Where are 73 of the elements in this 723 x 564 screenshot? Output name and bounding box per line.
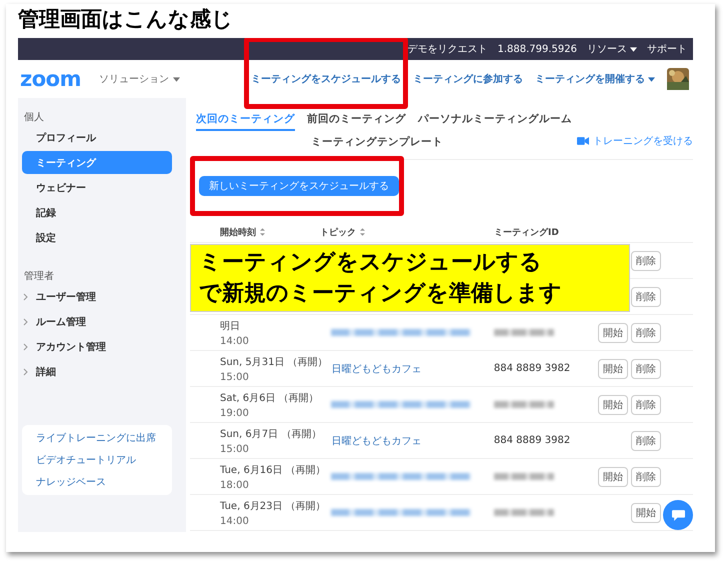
row-action-button[interactable]: 削除 [631, 466, 661, 486]
caret-icon [630, 46, 637, 52]
solutions-menu[interactable]: ソリューション [98, 72, 180, 86]
chevron-icon [23, 342, 28, 350]
help-link[interactable]: ライブトレーニングに出席 [36, 431, 172, 445]
top-link[interactable]: サポート [647, 42, 687, 56]
nav-link[interactable]: ミーティングに参加する [413, 72, 523, 86]
sidebar-item[interactable]: ルーム管理 [22, 310, 172, 333]
row-action-button[interactable]: 削除 [631, 430, 661, 450]
row-action-button[interactable]: 開始 [598, 394, 628, 414]
tab[interactable]: ミーティングテンプレート [311, 135, 443, 154]
row-action-button[interactable]: 削除 [631, 358, 661, 378]
meeting-time: 14:00 [220, 516, 250, 526]
sort-icon [260, 228, 265, 236]
sort-icon [360, 228, 365, 236]
callout-banner: ミーティングをスケジュールする で新規のミーティングを準備します [190, 244, 630, 312]
meeting-id: 884 8889 3982 [494, 435, 572, 446]
column-header[interactable]: 開始時刻 [190, 226, 320, 238]
nav-link[interactable]: ミーティングをスケジュールする [251, 72, 401, 86]
chevron-icon [23, 318, 28, 326]
top-link[interactable]: リソース [587, 42, 637, 56]
caret-icon [648, 76, 655, 82]
blurred-meeting-id [494, 509, 554, 516]
row-action-button[interactable]: 開始 [598, 358, 628, 378]
caret-icon [172, 76, 180, 82]
column-header[interactable]: トピック [320, 226, 494, 238]
help-link[interactable]: ナレッジベース [36, 475, 172, 489]
meeting-topic-link[interactable]: 日曜どもどもカフェ [331, 434, 494, 448]
tab[interactable]: 前回のミーティング [307, 112, 406, 131]
row-action-button[interactable]: 削除 [631, 250, 661, 270]
row-action-button[interactable]: 開始 [598, 322, 628, 342]
sidebar-item[interactable]: ユーザー管理 [22, 285, 172, 308]
page-heading: 管理画面はこんな感じ [18, 6, 234, 33]
blurred-meeting-id [494, 329, 554, 336]
meeting-date: Sat, 6月6日 （再開） [220, 392, 320, 404]
meeting-date: Tue, 6月23日 （再開） [220, 500, 327, 512]
help-link[interactable]: ビデオチュートリアル [36, 453, 172, 467]
meeting-time: 14:00 [220, 336, 250, 346]
sidebar-item[interactable]: ウェビナー [22, 176, 172, 199]
row-action-button[interactable]: 削除 [631, 322, 661, 342]
nav-link[interactable]: ミーティングを開催する [535, 72, 655, 86]
row-action-button[interactable]: 開始 [631, 502, 661, 522]
chat-button[interactable] [663, 500, 693, 530]
chat-icon [672, 510, 684, 520]
row-action-button[interactable]: 削除 [631, 286, 661, 306]
chevron-icon [23, 292, 28, 300]
sidebar-item[interactable]: プロフィール [22, 126, 172, 149]
row-action-button[interactable]: 開始 [598, 466, 628, 486]
top-link[interactable]: 1.888.799.5926 [497, 44, 577, 54]
blurred-meeting-id [494, 473, 554, 480]
column-header[interactable]: ミーティングID [494, 226, 604, 238]
meeting-topic-link[interactable]: 日曜どもどもカフェ [331, 362, 494, 376]
top-link[interactable]: デモをリクエスト [407, 42, 488, 56]
sidebar-item[interactable]: 記録 [22, 201, 172, 224]
meeting-time: 18:00 [220, 480, 250, 490]
meeting-date: Tue, 6月16日 （再開） [220, 464, 327, 476]
meeting-time: 15:00 [220, 372, 250, 382]
meeting-date: Sun, 6月7日 （再開） [220, 428, 322, 440]
section-title: 管理者 [24, 270, 55, 284]
meeting-time: 19:00 [220, 408, 250, 418]
sidebar-item[interactable]: 詳細 [22, 360, 172, 383]
blurred-meeting-id [494, 401, 554, 408]
section-title: 個人 [24, 111, 45, 125]
chevron-icon [23, 368, 28, 376]
meeting-time: 15:00 [220, 444, 250, 454]
row-action-button[interactable]: 削除 [631, 394, 661, 414]
video-camera-icon [577, 137, 589, 145]
meeting-date: 明日 [220, 320, 241, 332]
sidebar-item[interactable]: 設定 [22, 226, 172, 249]
meeting-date: Sun, 5月31日 （再開） [220, 356, 329, 368]
sidebar-item[interactable]: アカウント管理 [22, 335, 172, 358]
meeting-id: 884 8889 3982 [494, 363, 572, 374]
tab[interactable]: パーソナルミーティングルーム [418, 112, 572, 131]
